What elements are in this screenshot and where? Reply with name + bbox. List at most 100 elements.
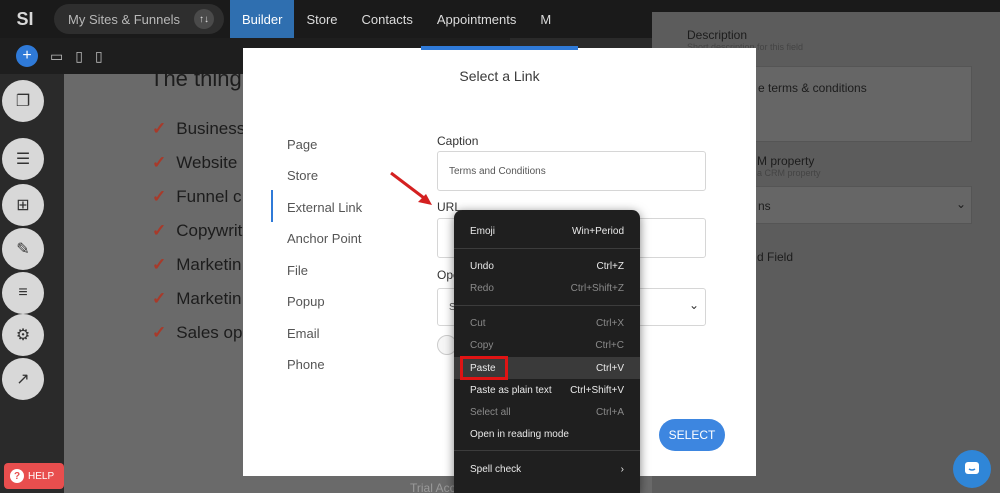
site-selector-label: My Sites & Funnels <box>68 11 180 27</box>
annotation-arrow-icon <box>390 171 432 205</box>
ctx-select-all[interactable]: Select all Ctrl+A <box>454 401 640 423</box>
tab-more[interactable]: M <box>528 0 563 38</box>
caption-value: Terms and Conditions <box>449 165 546 177</box>
link-type-email[interactable]: Email <box>287 326 320 341</box>
help-button[interactable]: ? HELP <box>4 463 64 489</box>
ctx-label: Redo <box>470 282 494 294</box>
list-item-text: Website <box>176 153 238 172</box>
brush-icon[interactable]: ✎ <box>2 228 44 270</box>
ctx-shortcut: Ctrl+A <box>595 406 624 418</box>
description-value: e terms & conditions <box>758 81 867 95</box>
ctx-spell-check[interactable]: Spell check › <box>454 458 640 480</box>
check-icon: ✓ <box>152 289 167 308</box>
divider <box>454 305 640 306</box>
check-icon: ✓ <box>152 255 167 274</box>
ctx-shortcut: Ctrl+Shift+V <box>570 384 624 396</box>
check-icon: ✓ <box>152 323 167 342</box>
check-icon: ✓ <box>152 153 167 172</box>
ctx-shortcut: Ctrl+Z <box>596 260 625 272</box>
ctx-shortcut: Ctrl+V <box>595 362 624 374</box>
help-label: HELP <box>28 470 55 482</box>
modal-title: Select a Link <box>459 68 540 84</box>
paste-highlight-box <box>460 356 508 380</box>
chat-icon <box>965 462 979 474</box>
list-item: ✓ Sales op <box>152 316 245 350</box>
site-selector[interactable]: My Sites & Funnels ↑↓ <box>54 4 224 34</box>
switch-icon: ↑↓ <box>194 9 214 29</box>
check-icon: ✓ <box>152 221 167 240</box>
settings-icon[interactable]: ⚙ <box>2 314 44 356</box>
list-item-text: Marketin <box>176 289 242 308</box>
list-item-text: Business <box>176 119 246 138</box>
ctx-copy[interactable]: Copy Ctrl+C <box>454 334 640 356</box>
ctx-shortcut: Ctrl+X <box>595 317 624 329</box>
chevron-down-icon: ⌄ <box>956 197 967 211</box>
ctx-undo[interactable]: Undo Ctrl+Z <box>454 255 640 277</box>
list-item: ✓ Marketin <box>152 282 245 316</box>
description-label: Description <box>687 28 748 42</box>
ctx-label: Undo <box>470 260 494 272</box>
ctx-shortcut: Ctrl+Shift+Z <box>570 282 624 294</box>
crm-sub: a CRM property <box>757 168 821 178</box>
divider <box>454 450 640 451</box>
link-type-page[interactable]: Page <box>287 137 317 152</box>
add-element-button[interactable]: + <box>16 45 38 67</box>
link-type-file[interactable]: File <box>287 263 308 278</box>
ctx-label: Open in reading mode <box>470 428 569 440</box>
mobile-icon[interactable]: ▯ <box>95 48 103 65</box>
link-type-popup[interactable]: Popup <box>287 294 325 309</box>
active-indicator <box>271 190 273 222</box>
hidden-field-label: d Field <box>757 250 794 264</box>
link-type-anchor[interactable]: Anchor Point <box>287 231 361 246</box>
ctx-label: Spell check <box>470 463 522 475</box>
chevron-down-icon: ⌄ <box>688 298 699 312</box>
canvas-checklist: ✓ Business ✓ Website ✓ Funnel c ✓ Copywrit ✓… <box>152 112 245 350</box>
tablet-icon[interactable]: ▯ <box>75 48 83 65</box>
ctx-shortcut: Win+Period <box>572 225 624 237</box>
crm-label: M property <box>757 154 815 168</box>
list-item-text: Funnel c <box>176 187 242 206</box>
ctx-label: Cut <box>470 317 486 329</box>
pages-icon[interactable]: ❐ <box>2 80 44 122</box>
chat-button[interactable] <box>953 450 991 488</box>
ctx-label: Paste as plain text <box>470 384 552 396</box>
check-icon: ✓ <box>152 187 167 206</box>
filter-icon[interactable]: ≡ <box>2 272 44 314</box>
ctx-label: Copy <box>470 339 494 351</box>
help-icon: ? <box>10 469 24 483</box>
ctx-emoji[interactable]: Emoji Win+Period <box>454 220 640 242</box>
list-item-text: Marketin <box>176 255 242 274</box>
list-item: ✓ Business <box>152 112 245 146</box>
caption-label: Caption <box>437 134 479 148</box>
check-icon: ✓ <box>152 119 167 138</box>
tab-builder[interactable]: Builder <box>230 0 295 38</box>
ctx-label: Select all <box>470 406 511 418</box>
caption-input[interactable]: Terms and Conditions <box>437 151 706 191</box>
tab-store[interactable]: Store <box>294 0 349 38</box>
elements-icon[interactable]: ⊞ <box>2 184 44 226</box>
link-type-external[interactable]: External Link <box>287 200 362 215</box>
link-type-store[interactable]: Store <box>287 168 318 183</box>
list-item: ✓ Marketin <box>152 248 245 282</box>
select-button[interactable]: SELECT <box>659 419 725 451</box>
ctx-shortcut: Ctrl+C <box>595 339 624 351</box>
chevron-right-icon: › <box>620 463 624 475</box>
ctx-redo[interactable]: Redo Ctrl+Shift+Z <box>454 277 640 299</box>
desktop-icon[interactable]: ▭ <box>50 48 63 65</box>
list-item-text: Sales op <box>176 323 243 342</box>
link-type-phone[interactable]: Phone <box>287 357 325 372</box>
list-item: ✓ Website <box>152 146 245 180</box>
app-logo[interactable]: SI <box>0 0 50 38</box>
list-item-text: Copywrit <box>176 221 243 240</box>
ctx-paste-plain[interactable]: Paste as plain text Ctrl+Shift+V <box>454 379 640 401</box>
tab-appointments[interactable]: Appointments <box>425 0 529 38</box>
tab-contacts[interactable]: Contacts <box>350 0 425 38</box>
ctx-label: Emoji <box>470 225 496 237</box>
trial-banner: Trial Acc <box>410 481 456 493</box>
context-menu: Emoji Win+Period Undo Ctrl+Z Redo Ctrl+Shif… <box>454 210 640 493</box>
ctx-cut[interactable]: Cut Ctrl+X <box>454 312 640 334</box>
list-item: ✓ Funnel c <box>152 180 245 214</box>
ctx-reading-mode[interactable]: Open in reading mode <box>454 423 640 445</box>
sections-icon[interactable]: ☰ <box>2 138 44 180</box>
external-link-icon[interactable]: ↗ <box>2 358 44 400</box>
